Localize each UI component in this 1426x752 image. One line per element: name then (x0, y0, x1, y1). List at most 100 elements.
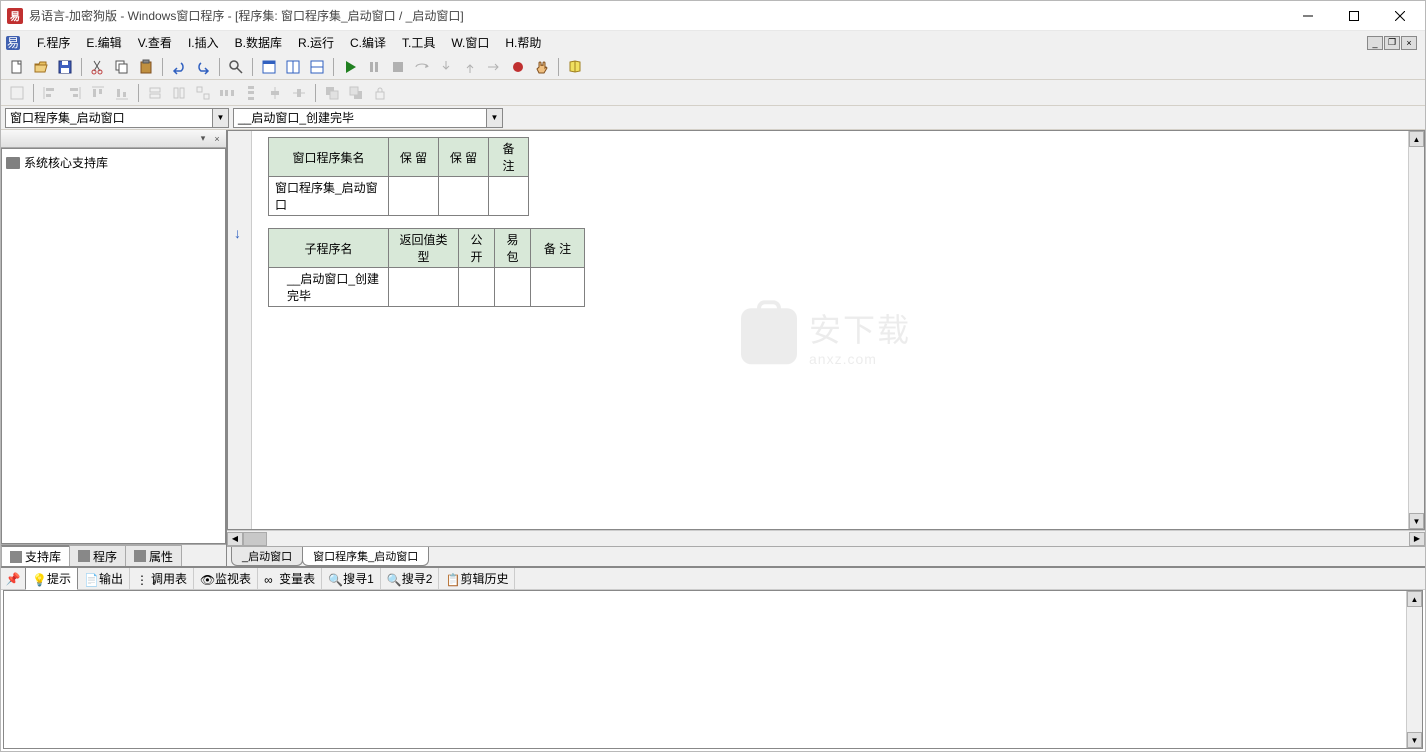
tab-program[interactable]: 程序 (69, 545, 126, 566)
scroll-down-button[interactable]: ▼ (1407, 732, 1422, 748)
cut-button[interactable] (87, 56, 109, 78)
new-button[interactable] (6, 56, 28, 78)
same-height-button (168, 82, 190, 104)
svg-text:易: 易 (7, 36, 19, 50)
scroll-up-button[interactable]: ▲ (1407, 591, 1422, 607)
bring-front-button (321, 82, 343, 104)
tab-cliphistory[interactable]: 📋剪辑历史 (439, 568, 515, 589)
code-content: 窗口程序集名 保 留 保 留 备 注 窗口程序集_启动窗口 子程序名 (268, 137, 585, 319)
eye-icon: 👁 (200, 573, 212, 585)
minimize-button[interactable] (1285, 2, 1331, 30)
tree-item-core[interactable]: 系统核心支持库 (6, 153, 221, 172)
redo-button[interactable] (192, 56, 214, 78)
breakpoint-button[interactable] (507, 56, 529, 78)
td-return-type[interactable] (389, 268, 459, 307)
var-icon: ∞ (264, 573, 276, 585)
scroll-right-button[interactable]: ▶ (1409, 532, 1425, 546)
menu-database[interactable]: B.数据库 (227, 31, 290, 54)
step-into-button (435, 56, 457, 78)
tab-output[interactable]: 📄输出 (78, 568, 130, 589)
left-panel-tabs: 支持库 程序 属性 (1, 544, 226, 566)
editor-hscroll[interactable]: ◀ ▶ (227, 530, 1425, 546)
td-reserved2[interactable] (439, 177, 489, 216)
tab-watch[interactable]: 👁监视表 (194, 568, 258, 589)
mdi-restore-button[interactable]: ❐ (1384, 36, 1400, 50)
th-sub-name: 子程序名 (269, 229, 389, 268)
menu-tools[interactable]: T.工具 (394, 31, 443, 54)
close-button[interactable] (1377, 2, 1423, 30)
scope-selector-row: 窗口程序集_启动窗口 ▼ __启动窗口_创建完毕 ▼ (1, 106, 1425, 130)
panel-close-button[interactable]: × (210, 132, 224, 146)
knowledge-button[interactable] (564, 56, 586, 78)
save-button[interactable] (54, 56, 76, 78)
search-icon: 🔍 (328, 573, 340, 585)
undo-button[interactable] (168, 56, 190, 78)
editor-tabs: _启动窗口 窗口程序集_启动窗口 (227, 546, 1425, 566)
window-layout2-button[interactable] (282, 56, 304, 78)
bottom-vscroll[interactable]: ▲ ▼ (1406, 591, 1422, 748)
send-back-button (345, 82, 367, 104)
copy-button[interactable] (111, 56, 133, 78)
menu-run[interactable]: R.运行 (290, 31, 342, 54)
td-public[interactable] (459, 268, 495, 307)
tab-properties[interactable]: 属性 (125, 545, 182, 566)
menu-help[interactable]: H.帮助 (497, 31, 549, 54)
tab-variables[interactable]: ∞变量表 (258, 568, 322, 589)
procedure-dropdown[interactable]: __启动窗口_创建完毕 ▼ (233, 108, 503, 128)
module-dropdown[interactable]: 窗口程序集_启动窗口 ▼ (5, 108, 229, 128)
menu-window[interactable]: W.窗口 (443, 31, 497, 54)
table-row[interactable]: 窗口程序集_启动窗口 (269, 177, 529, 216)
td-remark[interactable] (489, 177, 529, 216)
space-v-button (240, 82, 262, 104)
tab-callstack[interactable]: ⋮⋮调用表 (130, 568, 194, 589)
search-icon: 🔍 (387, 573, 399, 585)
hscroll-thumb[interactable] (243, 532, 267, 546)
menu-program[interactable]: F.程序 (29, 31, 78, 54)
scroll-up-button[interactable]: ▲ (1409, 131, 1424, 147)
same-size-button (192, 82, 214, 104)
menu-view[interactable]: V.查看 (130, 31, 180, 54)
editor-tab-module[interactable]: 窗口程序集_启动窗口 (302, 547, 429, 566)
window-layout1-button[interactable] (258, 56, 280, 78)
table-row[interactable]: __启动窗口_创建完毕 (269, 268, 585, 307)
window-layout3-button[interactable] (306, 56, 328, 78)
th-remark: 备 注 (489, 138, 529, 177)
toolbar-standard (1, 54, 1425, 80)
mdi-minimize-button[interactable]: _ (1367, 36, 1383, 50)
open-button[interactable] (30, 56, 52, 78)
center-v-button (288, 82, 310, 104)
panel-dropdown-button[interactable]: ▾ (196, 132, 210, 146)
editor-gutter: ↓ (228, 131, 252, 529)
paste-button[interactable] (135, 56, 157, 78)
scroll-left-button[interactable]: ◀ (227, 532, 243, 546)
editor-vscroll[interactable]: ▲ ▼ (1408, 131, 1424, 529)
td-reserved1[interactable] (389, 177, 439, 216)
procedure-dropdown-value: __启动窗口_创建完毕 (238, 109, 354, 126)
subroutine-table[interactable]: 子程序名 返回值类型 公开 易包 备 注 __启动窗口_创建完毕 (268, 228, 585, 307)
hand-button[interactable] (531, 56, 553, 78)
mdi-close-button[interactable]: × (1401, 36, 1417, 50)
tab-search1[interactable]: 🔍搜寻1 (322, 568, 381, 589)
tab-library[interactable]: 支持库 (1, 545, 70, 566)
maximize-button[interactable] (1331, 2, 1377, 30)
td-remark2[interactable] (531, 268, 585, 307)
tab-hints[interactable]: 💡提示 (25, 567, 78, 590)
editor-tab-startup[interactable]: _启动窗口 (231, 547, 303, 566)
pin-button[interactable]: 📌 (5, 571, 21, 587)
app-icon: 易 (7, 8, 23, 24)
run-button[interactable] (339, 56, 361, 78)
module-table[interactable]: 窗口程序集名 保 留 保 留 备 注 窗口程序集_启动窗口 (268, 137, 529, 216)
menu-compile[interactable]: C.编译 (342, 31, 394, 54)
library-tree[interactable]: 系统核心支持库 (1, 148, 226, 544)
find-button[interactable] (225, 56, 247, 78)
bottom-body[interactable]: ▲ ▼ (3, 590, 1423, 749)
menu-edit[interactable]: E.编辑 (78, 31, 129, 54)
space-h-button (216, 82, 238, 104)
code-editor[interactable]: ↓ 窗口程序集名 保 留 保 留 备 注 窗口程序集_启动窗口 (227, 130, 1425, 530)
td-epack[interactable] (495, 268, 531, 307)
td-sub-name[interactable]: __启动窗口_创建完毕 (269, 268, 389, 307)
tab-search2[interactable]: 🔍搜寻2 (381, 568, 440, 589)
scroll-down-button[interactable]: ▼ (1409, 513, 1424, 529)
menu-insert[interactable]: I.插入 (180, 31, 227, 54)
td-module-name[interactable]: 窗口程序集_启动窗口 (269, 177, 389, 216)
